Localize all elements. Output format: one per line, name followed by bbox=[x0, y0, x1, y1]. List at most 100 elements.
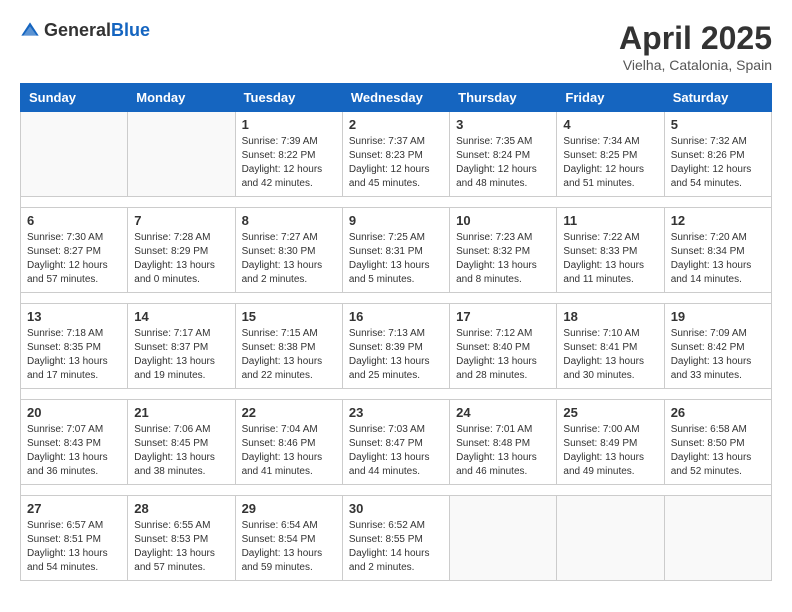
calendar-cell: 14 Sunrise: 7:17 AM Sunset: 8:37 PM Dayli… bbox=[128, 304, 235, 389]
week-spacer bbox=[21, 197, 772, 208]
calendar-cell: 28 Sunrise: 6:55 AM Sunset: 8:53 PM Dayli… bbox=[128, 496, 235, 581]
calendar-cell bbox=[128, 112, 235, 197]
calendar-cell: 21 Sunrise: 7:06 AM Sunset: 8:45 PM Dayli… bbox=[128, 400, 235, 485]
day-number: 16 bbox=[349, 309, 443, 324]
calendar-cell: 8 Sunrise: 7:27 AM Sunset: 8:30 PM Daylig… bbox=[235, 208, 342, 293]
day-number: 29 bbox=[242, 501, 336, 516]
calendar-cell: 7 Sunrise: 7:28 AM Sunset: 8:29 PM Daylig… bbox=[128, 208, 235, 293]
day-info: Sunrise: 7:28 AM Sunset: 8:29 PM Dayligh… bbox=[134, 231, 228, 287]
calendar-week-2: 6Sunrise: 7:30 AM Sunset: 8:27 PM Daylig… bbox=[21, 208, 772, 293]
day-header-tuesday: Tuesday bbox=[235, 84, 342, 112]
day-number: 20 bbox=[27, 405, 121, 420]
day-number: 1 bbox=[242, 117, 336, 132]
day-number: 28 bbox=[134, 501, 228, 516]
calendar-week-3: 13 Sunrise: 7:18 AM Sunset: 8:35 PM Dayli… bbox=[21, 304, 772, 389]
calendar-cell: 26 Sunrise: 6:58 AM Sunset: 8:50 PM Dayli… bbox=[664, 400, 771, 485]
day-number: 10 bbox=[456, 213, 550, 228]
day-info: Sunrise: 7:15 AM Sunset: 8:38 PM Dayligh… bbox=[242, 327, 336, 383]
day-info: Sunrise: 7:17 AM Sunset: 8:37 PM Dayligh… bbox=[134, 327, 228, 383]
calendar-cell: 30Sunrise: 6:52 AM Sunset: 8:55 PM Dayli… bbox=[342, 496, 449, 581]
calendar-title: April 2025 bbox=[619, 20, 772, 57]
calendar-week-1: 1 Sunrise: 7:39 AM Sunset: 8:22 PM Daylig… bbox=[21, 112, 772, 197]
day-info: Sunrise: 7:04 AM Sunset: 8:46 PM Dayligh… bbox=[242, 423, 336, 479]
calendar-cell bbox=[557, 496, 664, 581]
calendar-cell: 29Sunrise: 6:54 AM Sunset: 8:54 PM Dayli… bbox=[235, 496, 342, 581]
day-number: 12 bbox=[671, 213, 765, 228]
title-block: April 2025 Vielha, Catalonia, Spain bbox=[619, 20, 772, 73]
day-number: 2 bbox=[349, 117, 443, 132]
spacer-cell bbox=[21, 485, 772, 496]
day-header-sunday: Sunday bbox=[21, 84, 128, 112]
calendar-cell: 10 Sunrise: 7:23 AM Sunset: 8:32 PM Dayli… bbox=[450, 208, 557, 293]
spacer-cell bbox=[21, 389, 772, 400]
calendar-cell: 24Sunrise: 7:01 AM Sunset: 8:48 PM Dayli… bbox=[450, 400, 557, 485]
day-info: Sunrise: 7:12 AM Sunset: 8:40 PM Dayligh… bbox=[456, 327, 550, 383]
day-info: Sunrise: 7:35 AM Sunset: 8:24 PM Dayligh… bbox=[456, 135, 550, 191]
day-info: Sunrise: 7:18 AM Sunset: 8:35 PM Dayligh… bbox=[27, 327, 121, 383]
day-info: Sunrise: 7:00 AM Sunset: 8:49 PM Dayligh… bbox=[563, 423, 657, 479]
day-info: Sunrise: 6:57 AM Sunset: 8:51 PM Dayligh… bbox=[27, 519, 121, 575]
day-number: 30 bbox=[349, 501, 443, 516]
calendar-table: SundayMondayTuesdayWednesdayThursdayFrid… bbox=[20, 83, 772, 581]
day-number: 5 bbox=[671, 117, 765, 132]
day-info: Sunrise: 7:39 AM Sunset: 8:22 PM Dayligh… bbox=[242, 135, 336, 191]
calendar-cell: 25Sunrise: 7:00 AM Sunset: 8:49 PM Dayli… bbox=[557, 400, 664, 485]
day-number: 19 bbox=[671, 309, 765, 324]
day-info: Sunrise: 7:03 AM Sunset: 8:47 PM Dayligh… bbox=[349, 423, 443, 479]
day-info: Sunrise: 6:55 AM Sunset: 8:53 PM Dayligh… bbox=[134, 519, 228, 575]
day-info: Sunrise: 7:37 AM Sunset: 8:23 PM Dayligh… bbox=[349, 135, 443, 191]
day-info: Sunrise: 7:22 AM Sunset: 8:33 PM Dayligh… bbox=[563, 231, 657, 287]
day-number: 4 bbox=[563, 117, 657, 132]
calendar-cell: 12 Sunrise: 7:20 AM Sunset: 8:34 PM Dayli… bbox=[664, 208, 771, 293]
day-info: Sunrise: 7:20 AM Sunset: 8:34 PM Dayligh… bbox=[671, 231, 765, 287]
day-number: 3 bbox=[456, 117, 550, 132]
calendar-cell: 22Sunrise: 7:04 AM Sunset: 8:46 PM Dayli… bbox=[235, 400, 342, 485]
calendar-cell: 9Sunrise: 7:25 AM Sunset: 8:31 PM Daylig… bbox=[342, 208, 449, 293]
day-info: Sunrise: 6:58 AM Sunset: 8:50 PM Dayligh… bbox=[671, 423, 765, 479]
calendar-cell: 17 Sunrise: 7:12 AM Sunset: 8:40 PM Dayli… bbox=[450, 304, 557, 389]
calendar-cell: 3 Sunrise: 7:35 AM Sunset: 8:24 PM Daylig… bbox=[450, 112, 557, 197]
day-header-thursday: Thursday bbox=[450, 84, 557, 112]
day-number: 21 bbox=[134, 405, 228, 420]
day-info: Sunrise: 7:34 AM Sunset: 8:25 PM Dayligh… bbox=[563, 135, 657, 191]
calendar-cell: 23Sunrise: 7:03 AM Sunset: 8:47 PM Dayli… bbox=[342, 400, 449, 485]
calendar-cell: 5Sunrise: 7:32 AM Sunset: 8:26 PM Daylig… bbox=[664, 112, 771, 197]
calendar-cell: 13 Sunrise: 7:18 AM Sunset: 8:35 PM Dayli… bbox=[21, 304, 128, 389]
day-info: Sunrise: 7:06 AM Sunset: 8:45 PM Dayligh… bbox=[134, 423, 228, 479]
calendar-cell: 1 Sunrise: 7:39 AM Sunset: 8:22 PM Daylig… bbox=[235, 112, 342, 197]
calendar-cell bbox=[664, 496, 771, 581]
day-number: 26 bbox=[671, 405, 765, 420]
day-number: 18 bbox=[563, 309, 657, 324]
day-number: 15 bbox=[242, 309, 336, 324]
day-info: Sunrise: 7:23 AM Sunset: 8:32 PM Dayligh… bbox=[456, 231, 550, 287]
day-info: Sunrise: 7:27 AM Sunset: 8:30 PM Dayligh… bbox=[242, 231, 336, 287]
day-info: Sunrise: 7:10 AM Sunset: 8:41 PM Dayligh… bbox=[563, 327, 657, 383]
calendar-cell: 27 Sunrise: 6:57 AM Sunset: 8:51 PM Dayli… bbox=[21, 496, 128, 581]
day-number: 17 bbox=[456, 309, 550, 324]
day-number: 14 bbox=[134, 309, 228, 324]
calendar-cell bbox=[21, 112, 128, 197]
day-info: Sunrise: 7:01 AM Sunset: 8:48 PM Dayligh… bbox=[456, 423, 550, 479]
calendar-cell: 15 Sunrise: 7:15 AM Sunset: 8:38 PM Dayli… bbox=[235, 304, 342, 389]
page-header: GeneralBlue April 2025 Vielha, Catalonia… bbox=[20, 20, 772, 73]
calendar-cell: 18 Sunrise: 7:10 AM Sunset: 8:41 PM Dayli… bbox=[557, 304, 664, 389]
week-spacer bbox=[21, 389, 772, 400]
week-spacer bbox=[21, 293, 772, 304]
calendar-cell: 6Sunrise: 7:30 AM Sunset: 8:27 PM Daylig… bbox=[21, 208, 128, 293]
day-number: 27 bbox=[27, 501, 121, 516]
day-header-saturday: Saturday bbox=[664, 84, 771, 112]
day-number: 7 bbox=[134, 213, 228, 228]
day-number: 13 bbox=[27, 309, 121, 324]
calendar-header-row: SundayMondayTuesdayWednesdayThursdayFrid… bbox=[21, 84, 772, 112]
calendar-cell: 2 Sunrise: 7:37 AM Sunset: 8:23 PM Daylig… bbox=[342, 112, 449, 197]
day-number: 11 bbox=[563, 213, 657, 228]
day-header-friday: Friday bbox=[557, 84, 664, 112]
day-number: 6 bbox=[27, 213, 121, 228]
day-number: 8 bbox=[242, 213, 336, 228]
day-info: Sunrise: 7:09 AM Sunset: 8:42 PM Dayligh… bbox=[671, 327, 765, 383]
day-header-monday: Monday bbox=[128, 84, 235, 112]
logo-text-blue: Blue bbox=[111, 20, 150, 40]
calendar-location: Vielha, Catalonia, Spain bbox=[619, 57, 772, 73]
calendar-cell bbox=[450, 496, 557, 581]
calendar-cell: 11 Sunrise: 7:22 AM Sunset: 8:33 PM Dayli… bbox=[557, 208, 664, 293]
